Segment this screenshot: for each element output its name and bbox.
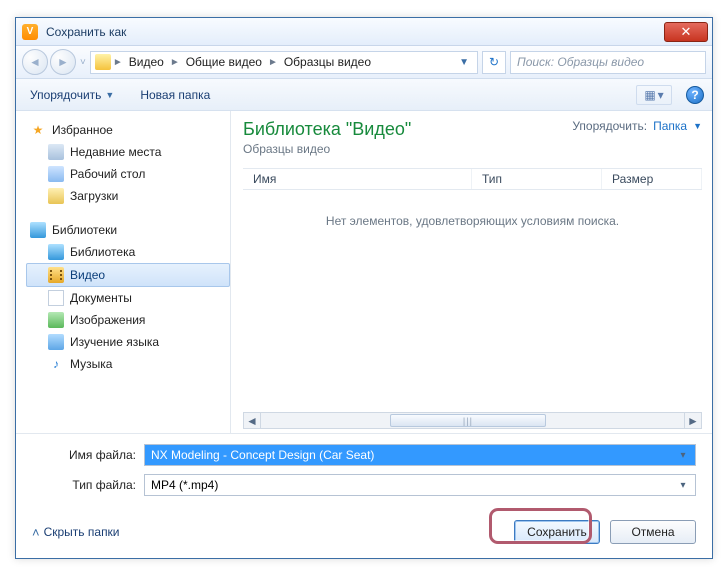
library-icon <box>48 244 64 260</box>
dialog-buttons: ˄ Скрыть папки Сохранить Отмена <box>16 510 712 558</box>
column-headers: Имя Тип Размер <box>243 168 702 190</box>
scroll-left-button[interactable]: ◄ <box>244 413 261 428</box>
column-header-name[interactable]: Имя <box>243 169 472 189</box>
tree-group-favorites[interactable]: ★ Избранное <box>26 119 230 141</box>
folder-icon <box>48 334 64 350</box>
views-icon: ▦ <box>644 88 655 102</box>
library-subtitle: Образцы видео <box>243 142 411 156</box>
close-icon: ✕ <box>681 25 692 38</box>
back-arrow-icon: ◄ <box>29 55 41 69</box>
chevron-down-icon: ▾ <box>658 88 664 102</box>
desktop-icon <box>48 166 64 182</box>
refresh-icon: ↻ <box>489 55 499 69</box>
music-icon: ♪ <box>48 356 64 372</box>
tree-item-library[interactable]: Библиотека <box>26 241 230 263</box>
search-input[interactable]: Поиск: Образцы видео <box>510 51 706 74</box>
chevron-right-icon: ► <box>170 57 180 68</box>
sort-label: Упорядочить: <box>572 119 647 133</box>
tree-item-downloads[interactable]: Загрузки <box>26 185 230 207</box>
tree-item-documents[interactable]: Документы <box>26 287 230 309</box>
breadcrumb-segment-public-videos[interactable]: Общие видео <box>182 55 266 69</box>
filename-label: Имя файла: <box>32 448 144 462</box>
tree-item-language-study[interactable]: Изучение языка <box>26 331 230 353</box>
organize-label: Упорядочить <box>30 88 101 102</box>
tree-item-videos[interactable]: Видео <box>26 263 230 287</box>
sort-value: Папка <box>653 119 687 133</box>
titlebar: V Сохранить как ✕ <box>16 18 712 46</box>
forward-arrow-icon: ► <box>57 55 69 69</box>
breadcrumb-segment-sample-videos[interactable]: Образцы видео <box>280 55 375 69</box>
organize-menu[interactable]: Упорядочить ▼ <box>24 84 120 106</box>
arrange-by-control[interactable]: Упорядочить: Папка ▼ <box>572 119 702 133</box>
refresh-button[interactable]: ↻ <box>482 51 506 74</box>
libraries-label: Библиотеки <box>52 223 117 237</box>
filename-input[interactable]: NX Modeling - Concept Design (Car Seat) … <box>144 444 696 466</box>
filetype-label: Тип файла: <box>32 478 144 492</box>
help-icon: ? <box>691 88 698 102</box>
tree-item-music[interactable]: ♪ Музыка <box>26 353 230 375</box>
new-folder-button[interactable]: Новая папка <box>134 84 216 106</box>
breadcrumb-bar[interactable]: ► Видео ► Общие видео ► Образцы видео ▼ <box>90 51 478 74</box>
breadcrumb-segment-videos[interactable]: Видео <box>125 55 168 69</box>
hide-folders-label: Скрыть папки <box>44 525 120 539</box>
column-header-type[interactable]: Тип <box>472 169 602 189</box>
back-button[interactable]: ◄ <box>22 49 48 75</box>
help-button[interactable]: ? <box>686 86 704 104</box>
pictures-icon <box>48 312 64 328</box>
view-options-button[interactable]: ▦ ▾ <box>636 85 672 105</box>
star-icon: ★ <box>30 122 46 138</box>
libraries-icon <box>30 222 46 238</box>
scroll-right-button[interactable]: ► <box>684 413 701 428</box>
hide-folders-toggle[interactable]: ˄ Скрыть папки <box>32 525 120 540</box>
chevron-right-icon: ► <box>268 57 278 68</box>
column-header-size[interactable]: Размер <box>602 169 702 189</box>
downloads-icon <box>48 188 64 204</box>
chevron-down-icon: ▼ <box>105 90 114 100</box>
save-button[interactable]: Сохранить <box>514 520 600 544</box>
filetype-select[interactable]: MP4 (*.mp4) ▾ <box>144 474 696 496</box>
app-icon: V <box>22 24 38 40</box>
tree-group-libraries[interactable]: Библиотеки <box>26 219 230 241</box>
scrollbar-thumb[interactable]: ||| <box>390 414 545 427</box>
chevron-down-icon[interactable]: ▾ <box>675 450 691 461</box>
horizontal-scrollbar[interactable]: ◄ ||| ► <box>243 412 702 429</box>
navigation-tree: ★ Избранное Недавние места Рабочий стол … <box>16 111 231 433</box>
chevron-down-icon: ▼ <box>693 121 702 131</box>
tree-item-recent-places[interactable]: Недавние места <box>26 141 230 163</box>
filename-value: NX Modeling - Concept Design (Car Seat) <box>149 448 675 462</box>
filetype-value: MP4 (*.mp4) <box>149 478 675 492</box>
tree-item-pictures[interactable]: Изображения <box>26 309 230 331</box>
close-button[interactable]: ✕ <box>664 22 708 42</box>
documents-icon <box>48 290 64 306</box>
navigation-bar: ◄ ► ˅ ► Видео ► Общие видео ► Образцы ви… <box>16 46 712 79</box>
favorites-label: Избранное <box>52 123 113 137</box>
file-form: Имя файла: NX Modeling - Concept Design … <box>16 433 712 510</box>
save-as-dialog: V Сохранить как ✕ ◄ ► ˅ ► Видео ► Общие … <box>15 17 713 559</box>
library-title: Библиотека "Видео" <box>243 119 411 140</box>
breadcrumb-dropdown-icon[interactable]: ▼ <box>455 57 473 68</box>
cancel-button[interactable]: Отмена <box>610 520 696 544</box>
tree-item-desktop[interactable]: Рабочий стол <box>26 163 230 185</box>
empty-list-message: Нет элементов, удовлетворяющих условиям … <box>243 190 702 252</box>
new-folder-label: Новая папка <box>140 88 210 102</box>
search-placeholder: Поиск: Образцы видео <box>517 55 644 69</box>
window-title: Сохранить как <box>46 25 126 39</box>
chevron-right-icon: ► <box>113 57 123 68</box>
file-list-pane: Библиотека "Видео" Образцы видео Упорядо… <box>231 111 712 433</box>
recent-places-icon <box>48 144 64 160</box>
chevron-down-icon[interactable]: ▾ <box>675 480 691 491</box>
forward-button[interactable]: ► <box>50 49 76 75</box>
chevron-up-icon: ˄ <box>32 525 40 540</box>
history-dropdown[interactable]: ˅ <box>80 57 86 68</box>
video-icon <box>48 267 64 283</box>
folder-icon <box>95 54 111 70</box>
toolbar: Упорядочить ▼ Новая папка ▦ ▾ ? <box>16 79 712 111</box>
